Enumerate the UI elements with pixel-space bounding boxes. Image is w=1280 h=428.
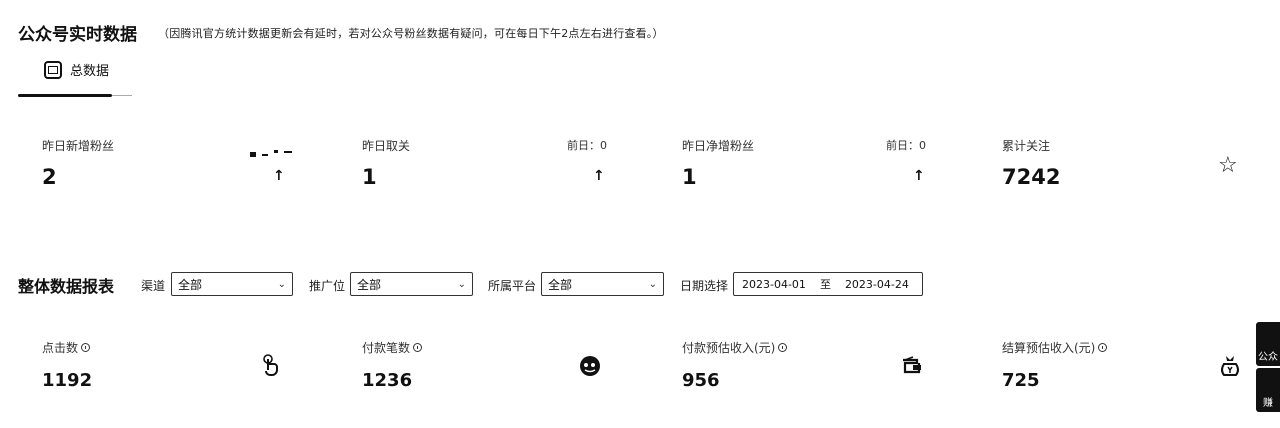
stat-value-net-fans: 1 — [682, 165, 697, 189]
stat-label-net-fans: 昨日净增粉丝 — [682, 139, 755, 153]
stat-value-unfollow: 1 — [362, 165, 377, 189]
chart-box-icon — [44, 60, 62, 79]
tap-hand-icon — [260, 354, 282, 376]
position-select[interactable]: 全部 ⌄ — [350, 272, 473, 296]
stat-label-total-follow: 累计关注 — [1002, 139, 1051, 153]
stat-compare-unfollow: 前日：0 — [567, 139, 607, 152]
filter-label-channel: 渠道 — [141, 279, 166, 293]
money-bag-icon — [1218, 354, 1242, 378]
channel-select-value: 全部 — [178, 277, 203, 292]
star-icon: ☆ — [1218, 153, 1238, 178]
arrow-up-icon: ↑ — [273, 168, 285, 184]
date-end[interactable]: 2023-04-24 — [845, 278, 909, 291]
stat-value-total-follow: 7242 — [1002, 165, 1061, 189]
date-start[interactable]: 2023-04-01 — [742, 278, 806, 291]
metric-value-clicks: 1192 — [42, 370, 93, 391]
channel-select[interactable]: 全部 ⌄ — [171, 272, 293, 296]
platform-select-value: 全部 — [548, 277, 573, 292]
tab-divider — [112, 95, 132, 96]
chevron-down-icon: ⌄ — [648, 278, 657, 290]
side-tool-earn[interactable]: 赚 — [1256, 368, 1280, 412]
metric-label-payments: 付款笔数 — [362, 339, 423, 356]
chevron-down-icon: ⌄ — [457, 278, 466, 290]
wallet-icon — [899, 356, 923, 376]
update-notice: （因腾讯官方统计数据更新会有延时，若对公众号粉丝数据有疑问，可在每日下午2点左右… — [158, 27, 664, 40]
info-icon[interactable] — [1098, 343, 1108, 352]
date-range-picker[interactable]: 2023-04-01 至 2023-04-24 — [733, 272, 923, 296]
side-tool-official-account[interactable]: 公众 — [1256, 322, 1280, 366]
pay-face-icon — [578, 355, 602, 377]
position-select-value: 全部 — [357, 277, 382, 292]
tab-label: 总数据 — [70, 64, 110, 79]
filter-label-position: 推广位 — [309, 279, 346, 293]
stat-compare-net-fans: 前日：0 — [886, 139, 926, 152]
filter-label-platform: 所属平台 — [488, 279, 537, 293]
report-title: 整体数据报表 — [18, 277, 115, 296]
filter-label-date: 日期选择 — [680, 279, 729, 293]
metric-value-pay-income: 956 — [682, 370, 720, 391]
metric-label-pay-income: 付款预估收入(元) — [682, 339, 788, 356]
stat-label-unfollow: 昨日取关 — [362, 139, 411, 153]
metric-label-settle-income: 结算预估收入(元) — [1002, 339, 1108, 356]
arrow-up-icon: ↑ — [593, 168, 605, 184]
page-title: 公众号实时数据 — [18, 25, 137, 45]
stat-label-new-fans: 昨日新增粉丝 — [42, 139, 115, 153]
metric-label-clicks: 点击数 — [42, 339, 91, 356]
chevron-down-icon: ⌄ — [277, 278, 286, 290]
metric-value-payments: 1236 — [362, 370, 413, 391]
platform-select[interactable]: 全部 ⌄ — [541, 272, 664, 296]
tab-active-indicator — [18, 94, 112, 97]
stat-value-new-fans: 2 — [42, 165, 57, 189]
info-icon[interactable] — [778, 343, 788, 352]
info-icon[interactable] — [81, 343, 91, 352]
arrow-up-icon: ↑ — [913, 168, 925, 184]
date-separator: 至 — [819, 278, 831, 291]
stat-compare-placeholder — [248, 142, 294, 157]
metric-value-settle-income: 725 — [1002, 370, 1040, 391]
info-icon[interactable] — [413, 343, 423, 352]
tab-total-data[interactable]: 总数据 — [44, 60, 109, 79]
